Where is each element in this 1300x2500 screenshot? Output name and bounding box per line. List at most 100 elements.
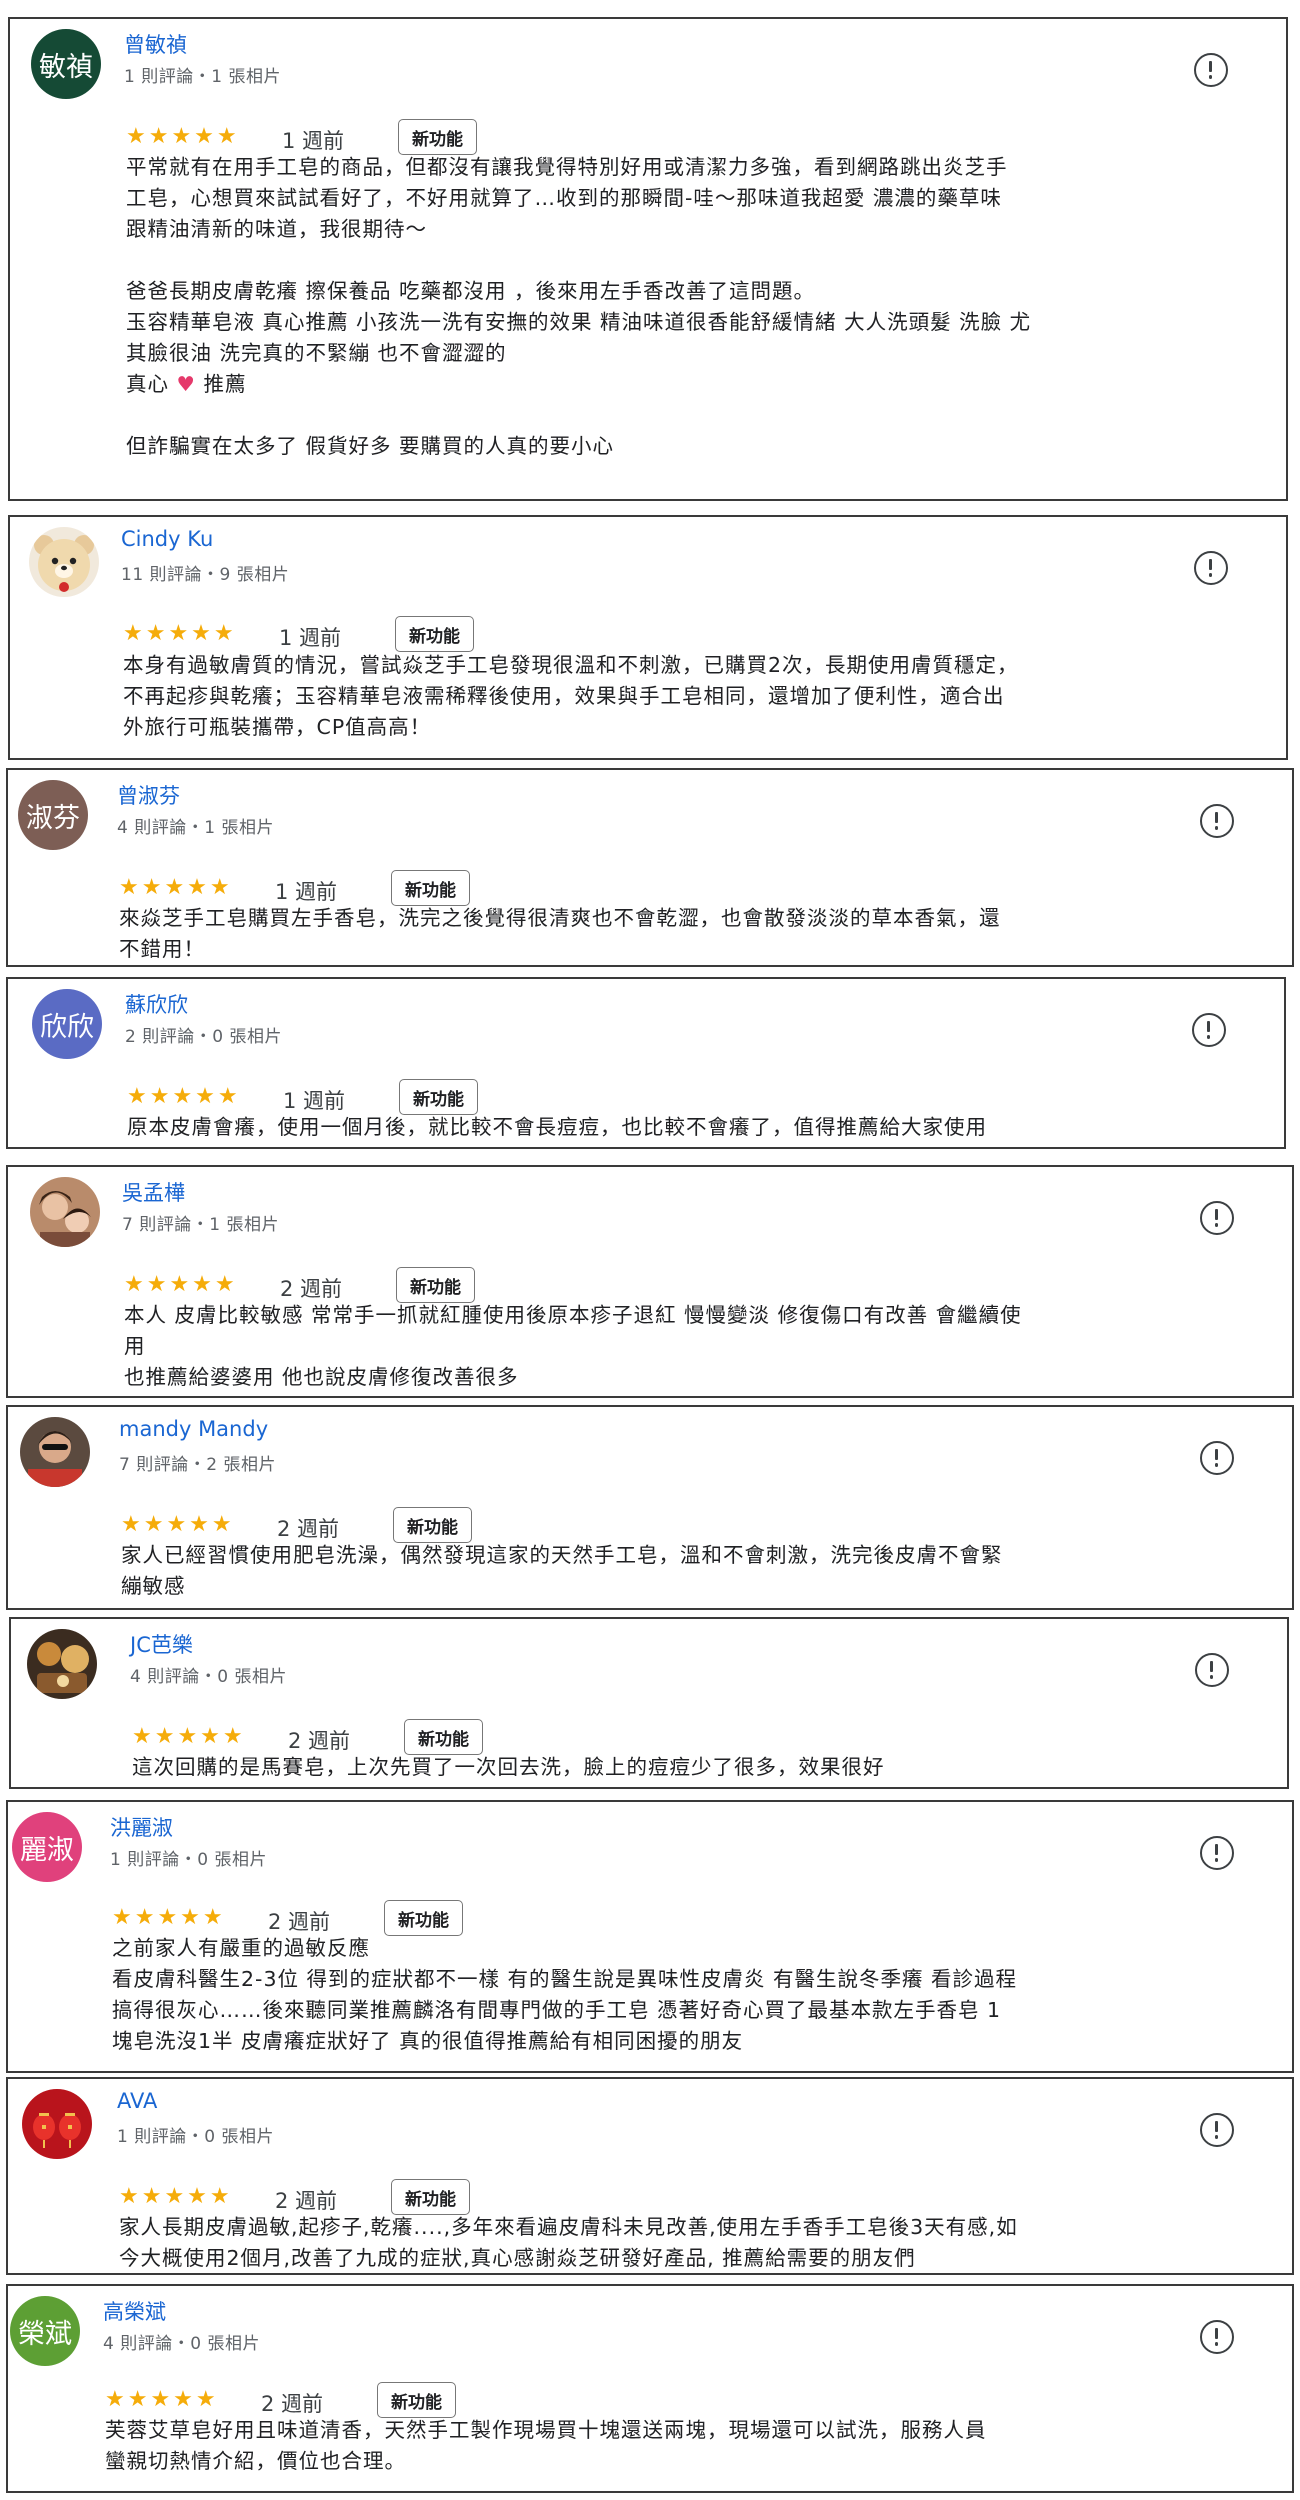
review-text-line: 但詐騙實在太多了 假貨好多 要購買的人真的要小心 <box>126 434 615 458</box>
reviewer-name[interactable]: mandy Mandy <box>119 1417 268 1441</box>
report-icon[interactable] <box>1200 1441 1234 1475</box>
review-text-line: 芙蓉艾草皂好用且味道清香，天然手工製作現場買十塊還送兩塊，現場還可以試洗，服務人… <box>105 2418 987 2442</box>
review-text-line: 不再起疹與乾癢；玉容精華皂液需稀釋後使用，效果與手工皂相同，還增加了便利性，適合… <box>123 684 1005 708</box>
review-text-line: 塊皂洗沒1半 皮膚癢症狀好了 真的很值得推薦給有相同困擾的朋友 <box>112 2029 744 2053</box>
star-rating: ★★★★★ <box>119 875 233 900</box>
couple-photo-avatar-icon[interactable] <box>30 1177 100 1247</box>
report-icon[interactable] <box>1192 1013 1226 1047</box>
review-text-line: 跟精油清新的味道，我很期待～ <box>126 217 427 241</box>
new-feature-badge[interactable]: 新功能 <box>395 616 474 652</box>
review-text-line: 蠻親切熱情介紹，價位也合理。 <box>105 2449 406 2473</box>
review-time: 2 週前 <box>261 2392 324 2416</box>
star-rating: ★★★★★ <box>127 1084 241 1109</box>
review-text-line: 本身有過敏膚質的情況，嘗試焱芝手工皂發現很溫和不刺激，已購買2次，長期使用膚質穩… <box>123 653 1019 677</box>
reviewer-name[interactable]: JC芭樂 <box>130 1629 193 1659</box>
star-rating: ★★★★★ <box>119 2184 233 2209</box>
reviewer-name[interactable]: 曾淑芬 <box>117 780 180 810</box>
reviewer-meta: 4 則評論・0 張相片 <box>103 2334 260 2354</box>
review-card: 麗淑 洪麗淑 1 則評論・0 張相片 ★★★★★ 2 週前 新功能 之前家人有嚴重的過敏反應… <box>6 1800 1294 2073</box>
reviewer-name[interactable]: 曾敏禎 <box>124 29 187 59</box>
reviewer-avatar[interactable]: 欣欣 <box>32 989 102 1059</box>
review-time: 1 週前 <box>282 129 345 153</box>
new-feature-badge[interactable]: 新功能 <box>404 1719 483 1755</box>
new-feature-badge[interactable]: 新功能 <box>377 2382 456 2418</box>
review-text-line: 也推薦給婆婆用 他也說皮膚修復改善很多 <box>124 1365 519 1389</box>
review-text-line: 家人長期皮膚過敏,起疹子,乾癢....,多年來看遍皮膚科未見改善,使用左手香手工… <box>119 2215 1018 2239</box>
reviewer-avatar[interactable]: 榮斌 <box>10 2296 80 2366</box>
review-text-line: 平常就有在用手工皂的商品，但都沒有讓我覺得特別好用或清潔力多強，看到網路跳出炎芝… <box>126 155 1008 179</box>
review-text-line: 工皂，心想買來試試看好了，不好用就算了…收到的那瞬間-哇～那味道我超愛 濃濃的藥… <box>126 186 1002 210</box>
review-text: 本身有過敏膚質的情況，嘗試焱芝手工皂發現很溫和不刺激，已購買2次，長期使用膚質穩… <box>123 650 1019 743</box>
review-time: 2 週前 <box>280 1277 343 1301</box>
review-text: 這次回購的是馬賽皂，上次先買了一次回去洗，臉上的痘痘少了很多，效果很好 <box>132 1752 885 1783</box>
reviewer-name[interactable]: 高榮斌 <box>103 2296 166 2326</box>
review-text-line: 之前家人有嚴重的過敏反應 <box>112 1936 370 1960</box>
new-feature-badge[interactable]: 新功能 <box>398 119 477 155</box>
reviewer-name[interactable]: 洪麗淑 <box>110 1812 173 1842</box>
red-lantern-avatar-icon[interactable] <box>22 2089 92 2159</box>
reviewer-meta: 2 則評論・0 張相片 <box>125 1027 282 1047</box>
review-card: 欣欣 蘇欣欣 2 則評論・0 張相片 ★★★★★ 1 週前 新功能 原本皮膚會癢，使用一個月… <box>6 977 1286 1149</box>
review-text-line: 不錯用！ <box>119 937 205 961</box>
reviewer-meta: 1 則評論・1 張相片 <box>124 67 281 87</box>
review-time: 2 週前 <box>277 1517 340 1541</box>
reviewer-avatar[interactable]: 麗淑 <box>12 1812 82 1882</box>
reviewer-meta: 1 則評論・0 張相片 <box>117 2127 274 2147</box>
bear-avatar-icon[interactable] <box>29 527 99 597</box>
report-icon[interactable] <box>1200 2113 1234 2147</box>
report-icon[interactable] <box>1195 1653 1229 1687</box>
review-card: 榮斌 高榮斌 4 則評論・0 張相片 ★★★★★ 2 週前 新功能 芙蓉艾草皂好用且味道清香… <box>6 2284 1294 2493</box>
review-card: 淑芬 曾淑芬 4 則評論・1 張相片 ★★★★★ 1 週前 新功能 來焱芝手工皂購買左手香皂… <box>6 768 1294 967</box>
report-icon[interactable] <box>1200 1836 1234 1870</box>
reviewer-meta: 7 則評論・2 張相片 <box>119 1455 276 1475</box>
review-card: mandy Mandy 7 則評論・2 張相片 ★★★★★ 2 週前 新功能 家人已經習慣… <box>6 1405 1294 1610</box>
reviewer-avatar[interactable]: 淑芬 <box>18 780 88 850</box>
new-feature-badge[interactable]: 新功能 <box>399 1079 478 1115</box>
new-feature-badge[interactable]: 新功能 <box>391 2179 470 2215</box>
new-feature-badge[interactable]: 新功能 <box>391 870 470 906</box>
reviewer-meta: 4 則評論・0 張相片 <box>130 1667 287 1687</box>
review-time: 2 週前 <box>268 1910 331 1934</box>
star-rating: ★★★★★ <box>126 124 240 149</box>
review-text-line: 看皮膚科醫生2-3位 得到的症狀都不一樣 有的醫生說是異味性皮膚炎 有醫生說冬季… <box>112 1967 1018 1991</box>
new-feature-badge[interactable]: 新功能 <box>393 1507 472 1543</box>
review-text-line: 本人 皮膚比較敏感 常常手一抓就紅腫使用後原本疹子退紅 慢慢變淡 修復傷口有改善… <box>124 1303 1022 1327</box>
review-text: 原本皮膚會癢，使用一個月後，就比較不會長痘痘，也比較不會癢了，值得推薦給大家使用 <box>127 1112 987 1143</box>
review-text-line: 繃敏感 <box>121 1574 186 1598</box>
review-time: 1 週前 <box>283 1089 346 1113</box>
new-feature-badge[interactable]: 新功能 <box>396 1267 475 1303</box>
report-icon[interactable] <box>1200 804 1234 838</box>
review-text-line: 用 <box>124 1334 146 1358</box>
person-photo-avatar-icon[interactable] <box>20 1417 90 1487</box>
reviews-list: 敏禎 曾敏禎 1 則評論・1 張相片 ★★★★★ 1 週前 新功能 平常就有在用手工皂的商品… <box>0 0 1300 2500</box>
review-card: 敏禎 曾敏禎 1 則評論・1 張相片 ★★★★★ 1 週前 新功能 平常就有在用手工皂的商品… <box>8 17 1288 501</box>
review-text-line <box>126 400 1031 431</box>
report-icon[interactable] <box>1200 1201 1234 1235</box>
review-text-line: 家人已經習慣使用肥皂洗澡，偶然發現這家的天然手工皂，溫和不會刺激，洗完後皮膚不會… <box>121 1543 1003 1567</box>
review-text-line: 搞得很灰心……後來聽同業推薦麟洛有間專門做的手工皂 憑著好奇心買了最基本款左手香… <box>112 1998 1002 2022</box>
reviewer-name[interactable]: 蘇欣欣 <box>125 989 188 1019</box>
review-card: AVA 1 則評論・0 張相片 ★★★★★ 2 週前 新功能 家人長期皮膚過敏,起疹子,乾… <box>6 2077 1294 2275</box>
report-icon[interactable] <box>1194 551 1228 585</box>
review-text: 家人已經習慣使用肥皂洗澡，偶然發現這家的天然手工皂，溫和不會刺激，洗完後皮膚不會… <box>121 1540 1003 1602</box>
star-rating: ★★★★★ <box>112 1905 226 1930</box>
review-text-line: 來焱芝手工皂購買左手香皂，洗完之後覺得很清爽也不會乾澀，也會散發淡淡的草本香氣，… <box>119 906 1001 930</box>
review-text: 家人長期皮膚過敏,起疹子,乾癢....,多年來看遍皮膚科未見改善,使用左手香手工… <box>119 2212 1018 2274</box>
reviewer-avatar[interactable]: 敏禎 <box>31 29 101 99</box>
review-text-line: 玉容精華皂液 真心推薦 小孩洗一洗有安撫的效果 精油味道很香能舒緩情緒 大人洗頭… <box>126 310 1032 334</box>
review-text: 平常就有在用手工皂的商品，但都沒有讓我覺得特別好用或清潔力多強，看到網路跳出炎芝… <box>126 152 1031 462</box>
heart-icon: ♥ <box>176 372 196 396</box>
report-icon[interactable] <box>1194 53 1228 87</box>
reviewer-meta: 11 則評論・9 張相片 <box>121 565 290 585</box>
review-time: 1 週前 <box>279 626 342 650</box>
star-rating: ★★★★★ <box>105 2387 219 2412</box>
new-feature-badge[interactable]: 新功能 <box>384 1900 463 1936</box>
review-text: 芙蓉艾草皂好用且味道清香，天然手工製作現場買十塊還送兩塊，現場還可以試洗，服務人… <box>105 2415 987 2477</box>
reviewer-name[interactable]: Cindy Ku <box>121 527 213 551</box>
report-icon[interactable] <box>1200 2320 1234 2354</box>
review-text: 之前家人有嚴重的過敏反應看皮膚科醫生2-3位 得到的症狀都不一樣 有的醫生說是異… <box>112 1933 1017 2057</box>
reviewer-name[interactable]: AVA <box>117 2089 157 2113</box>
food-photo-avatar-icon[interactable] <box>27 1629 97 1699</box>
reviewer-name[interactable]: 吳孟樺 <box>122 1177 185 1207</box>
review-text-line: 爸爸長期皮膚乾癢 擦保養品 吃藥都沒用 ，後來用左手香改善了這問題。 <box>126 279 816 303</box>
